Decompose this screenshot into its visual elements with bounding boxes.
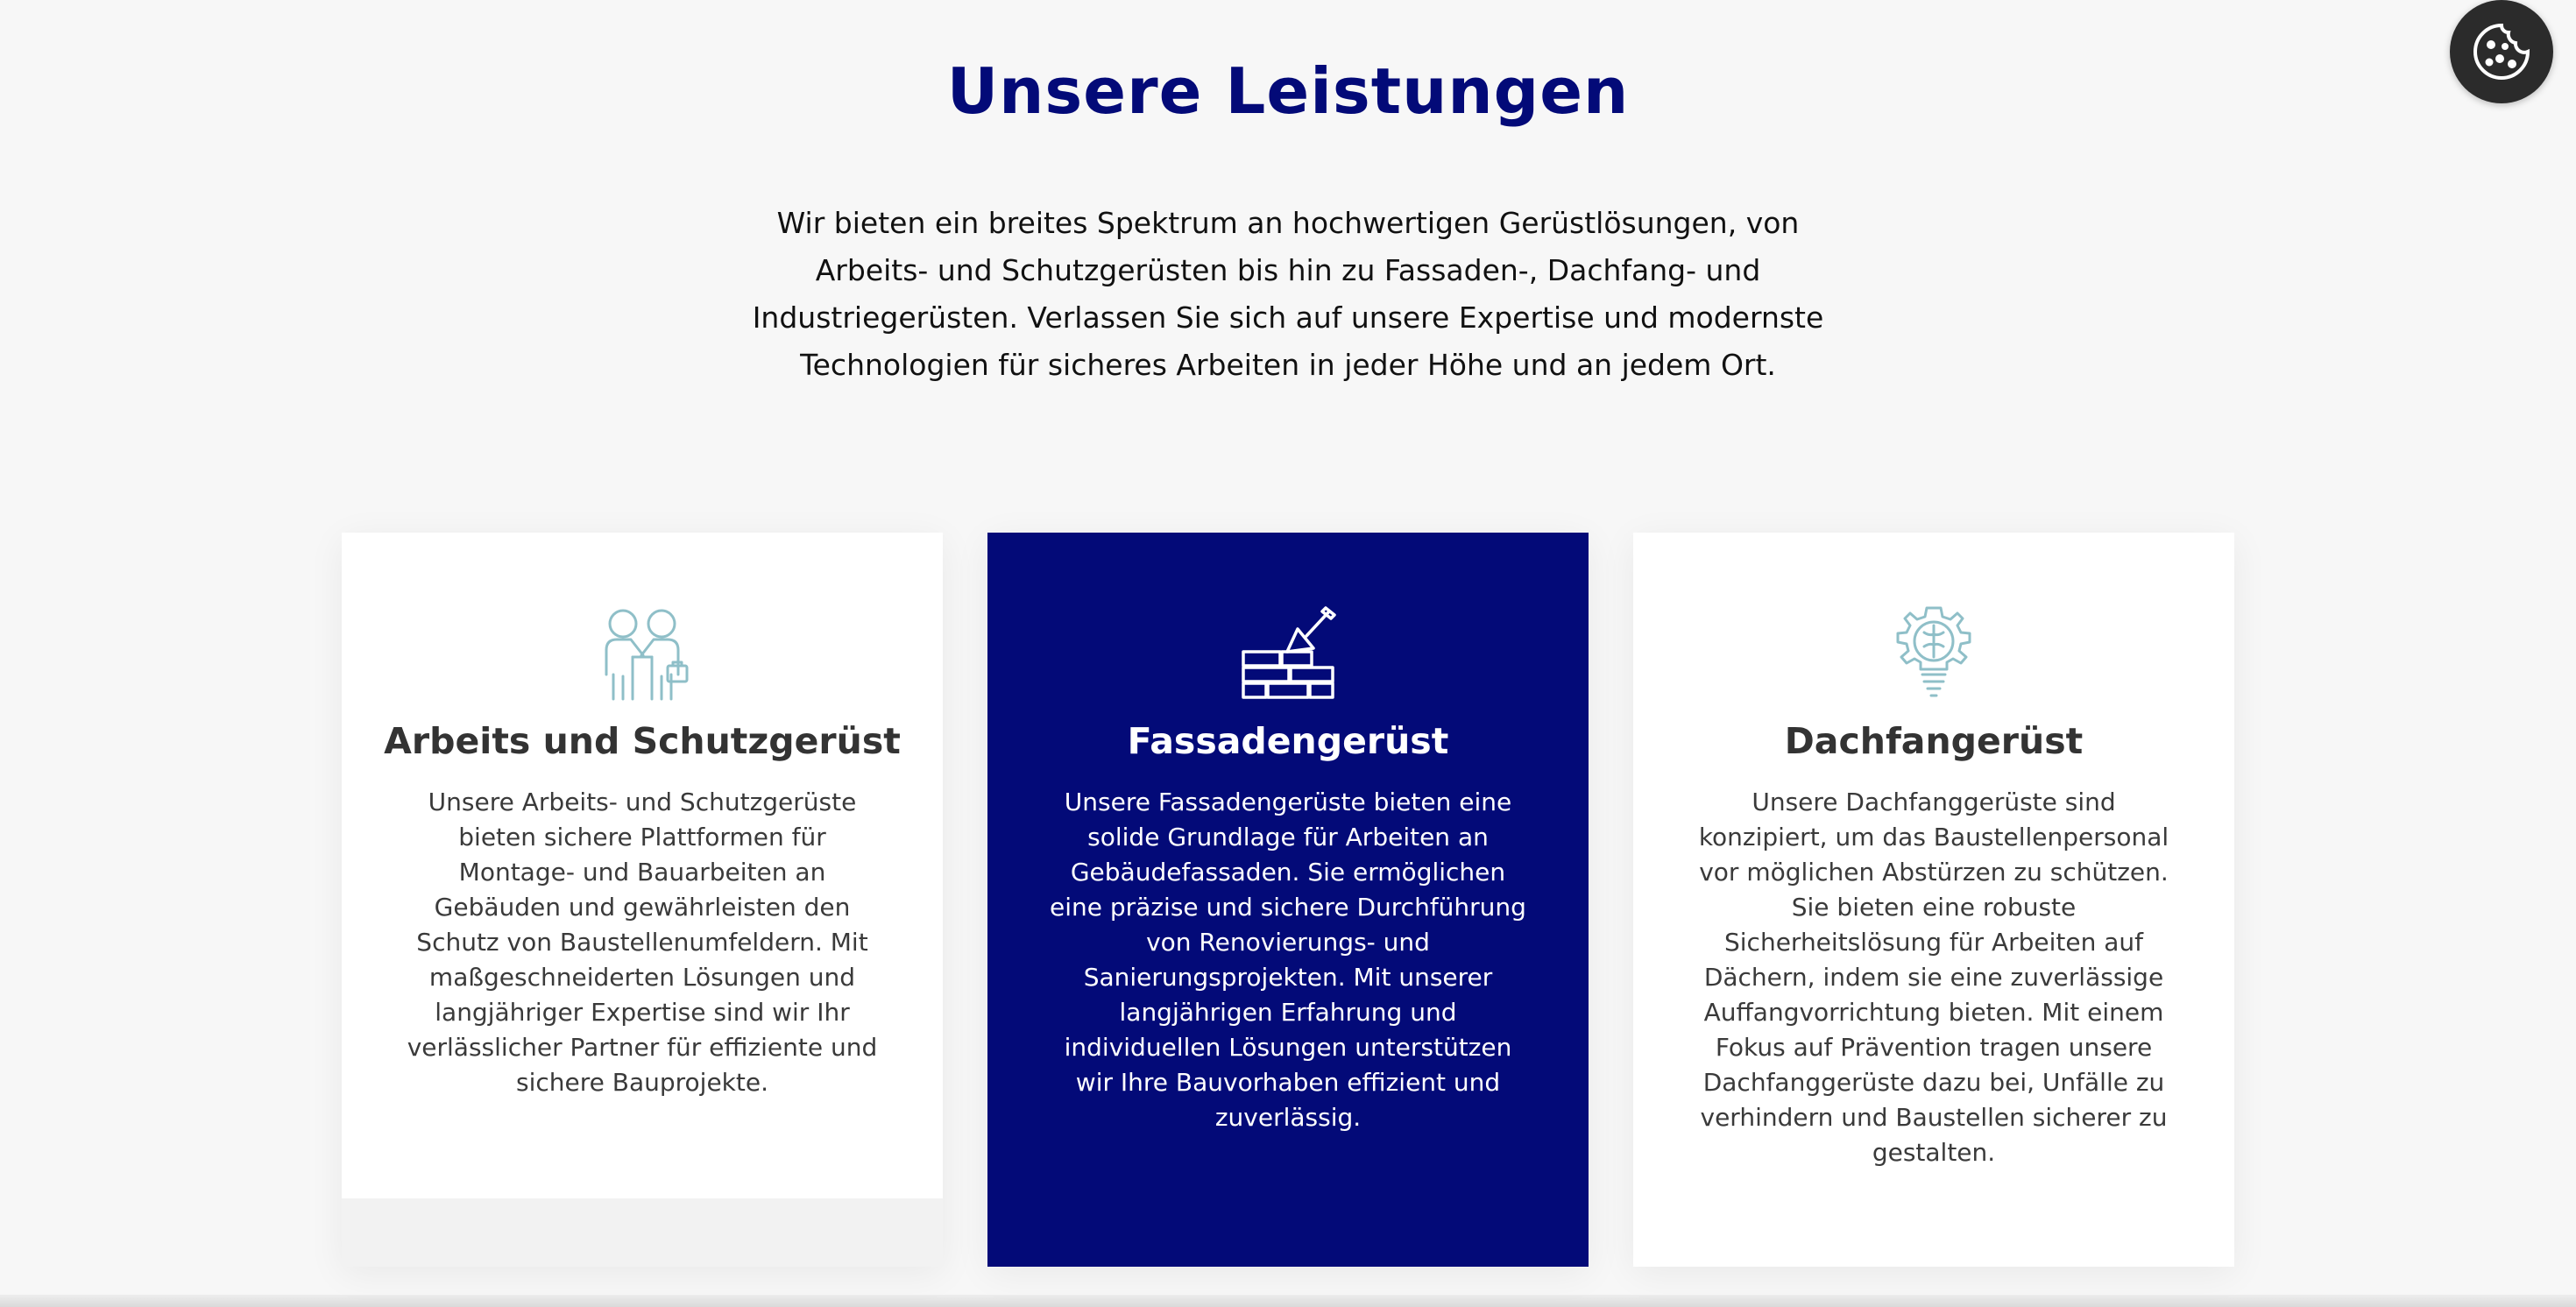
handshake-workers-icon (605, 609, 689, 701)
cookie-settings-button[interactable] (2450, 0, 2553, 103)
card-text: Unsere Fassadengerüste bieten eine solid… (1050, 788, 1526, 1132)
gear-brain-bulb-icon (1896, 606, 1971, 697)
card-text: Unsere Dachfanggerüste sind konzipiert, … (1698, 788, 2169, 1167)
card-title: Dachfangerüst (1784, 720, 2084, 762)
service-card-dachfangeruest: Dachfangerüst Unsere Dachfanggerüste sin… (1633, 533, 2234, 1267)
card-title: Arbeits und Schutzgerüst (384, 720, 901, 762)
card-title: Fassadengerüst (1127, 720, 1449, 762)
cookie-icon (2473, 23, 2530, 80)
service-card-fassadengeruest: Fassadengerüst Unsere Fassadengerüste bi… (987, 533, 1589, 1267)
card-text: Unsere Arbeits- und Schutzgerüste bieten… (407, 788, 878, 1097)
section-title: Unsere Leistungen (946, 54, 1630, 128)
page-bottom-edge (0, 1295, 2576, 1307)
brick-wall-trowel-icon (1242, 606, 1336, 699)
section-intro: Wir bieten ein breites Spektrum an hochw… (752, 206, 1824, 382)
service-card-arbeits-schutzgeruest: Arbeits und Schutzgerüst Unsere Arbeits-… (342, 533, 943, 1267)
